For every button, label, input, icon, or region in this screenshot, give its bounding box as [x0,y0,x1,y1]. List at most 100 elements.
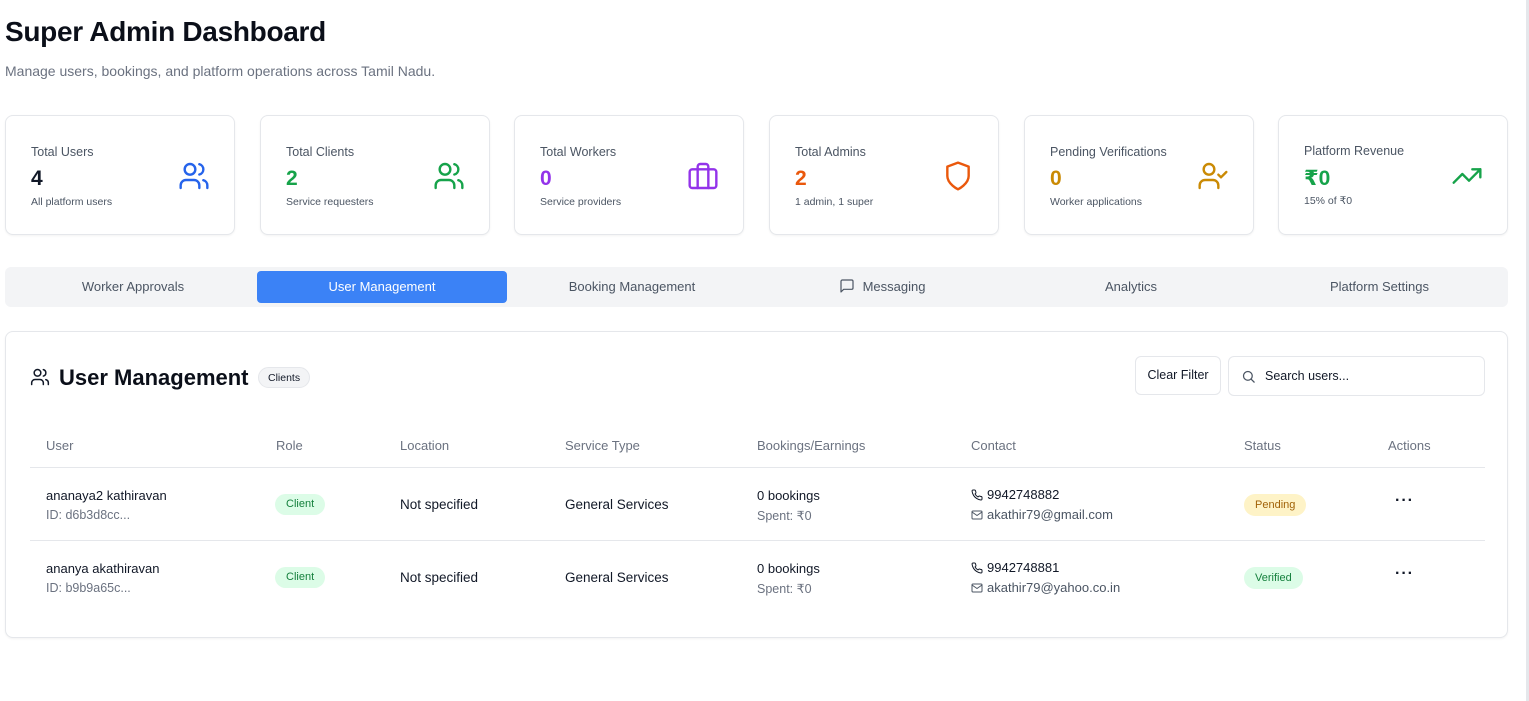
contact-cell: 9942748881 akathir79@yahoo.co.in [971,560,1120,595]
stat-sub: Service providers [540,196,622,208]
mail-icon [971,510,983,519]
tab-bar: Worker Approvals User Management Booking… [5,267,1508,307]
contact-cell: 9942748882 akathir79@gmail.com [971,487,1113,522]
clear-filter-button[interactable]: Clear Filter [1135,356,1221,395]
spent-amount: Spent: ₹0 [757,582,812,596]
phone-number: 9942748882 [987,487,1060,502]
role-badge: Client [275,567,326,588]
page-title: Super Admin Dashboard [5,16,326,47]
tab-messaging[interactable]: Messaging [757,271,1007,303]
user-cell: ananaya2 kathiravan ID: d6b3d8cc... [46,488,167,522]
search-box [1228,356,1485,396]
stat-value: 0 [540,167,552,190]
role-cell: Client [275,567,326,588]
users-icon [30,368,50,386]
status-cell: Pending [1244,494,1307,516]
bookings-cell: 0 bookings Spent: ₹0 [757,488,820,523]
stat-sub: 1 admin, 1 super [795,196,874,208]
user-id: ID: b9b9a65c... [46,581,131,595]
filter-badge: Clients [258,367,311,388]
tab-analytics[interactable]: Analytics [1007,271,1255,303]
status-cell: Verified [1244,567,1303,589]
stat-label: Total Clients [286,145,355,159]
divider [30,540,1485,541]
mail-icon [971,583,983,592]
page-subtitle: Manage users, bookings, and platform ope… [5,63,436,79]
phone-number: 9942748881 [987,560,1060,575]
stat-label: Total Users [31,145,94,159]
stat-label: Platform Revenue [1304,144,1405,158]
user-id: ID: d6b3d8cc... [46,508,131,522]
location-cell: Not specified [400,497,479,512]
tab-worker-approvals[interactable]: Worker Approvals [9,271,257,303]
stat-value: 2 [286,167,298,190]
status-badge: Pending [1244,494,1307,516]
stat-card-total-users: Total Users 4 All platform users [5,115,235,235]
search-icon [1242,370,1255,383]
tab-booking-management[interactable]: Booking Management [507,271,757,303]
stat-value: 0 [1050,167,1062,190]
row-actions-button[interactable]: ··· [1395,492,1414,510]
panel-title: User Management [59,365,249,390]
users-icon [178,160,210,192]
column-header-status: Status [1244,438,1281,453]
column-header-location: Location [400,438,450,453]
stat-sub: Service requesters [286,196,374,208]
user-name: ananya akathiravan [46,561,160,576]
stat-card-total-admins: Total Admins 2 1 admin, 1 super [769,115,999,235]
phone-icon [971,489,983,500]
message-square-icon [839,279,854,293]
user-cell: ananya akathiravan ID: b9b9a65c... [46,561,159,595]
role-cell: Client [275,494,326,515]
tab-platform-settings[interactable]: Platform Settings [1255,271,1504,303]
stat-label: Pending Verifications [1050,145,1167,159]
tab-user-management[interactable]: User Management [257,271,507,303]
stats-row: Total Users 4 All platform users Total C… [5,115,1508,235]
stat-value: 2 [795,167,807,190]
phone-icon [971,562,983,573]
stat-label: Total Workers [540,145,617,159]
column-header-actions: Actions [1388,438,1431,453]
stat-sub: Worker applications [1050,196,1143,208]
service-type-cell: General Services [565,570,669,585]
bookings-cell: 0 bookings Spent: ₹0 [757,561,820,596]
stat-label: Total Admins [795,145,866,159]
phone-line: 9942748881 [971,560,1120,575]
user-check-icon [1197,160,1229,192]
stat-value: ₹0 [1304,167,1331,190]
row-actions-button[interactable]: ··· [1395,565,1414,583]
role-badge: Client [275,494,326,515]
location-cell: Not specified [400,570,479,585]
email-address: akathir79@gmail.com [987,507,1113,522]
spent-amount: Spent: ₹0 [757,509,812,523]
email-line: akathir79@gmail.com [971,507,1113,522]
users-icon [433,160,465,192]
column-header-bookings: Bookings/Earnings [757,438,866,453]
divider [30,467,1485,468]
user-management-panel: User Management Clients Clear Filter Use… [5,331,1508,638]
briefcase-icon [687,160,719,192]
column-header-contact: Contact [971,438,1016,453]
shield-icon [942,160,974,192]
user-name: ananaya2 kathiravan [46,488,167,503]
stat-sub: 15% of ₹0 [1304,195,1353,207]
phone-line: 9942748882 [971,487,1113,502]
email-line: akathir79@yahoo.co.in [971,580,1120,595]
bookings-count: 0 bookings [757,561,820,576]
stat-card-total-clients: Total Clients 2 Service requesters [260,115,490,235]
stat-value: 4 [31,167,43,190]
stat-card-platform-revenue: Platform Revenue ₹0 15% of ₹0 [1278,115,1508,235]
column-header-user: User [46,438,74,453]
stat-card-pending-verifications: Pending Verifications 0 Worker applicati… [1024,115,1254,235]
email-address: akathir79@yahoo.co.in [987,580,1121,595]
column-header-role: Role [276,438,303,453]
trending-up-icon [1451,160,1483,192]
search-input[interactable] [1265,365,1475,387]
bookings-count: 0 bookings [757,488,820,503]
column-header-service-type: Service Type [565,438,640,453]
stat-sub: All platform users [31,196,113,208]
tab-label: Messaging [862,279,926,294]
service-type-cell: General Services [565,497,669,512]
stat-card-total-workers: Total Workers 0 Service providers [514,115,744,235]
status-badge: Verified [1244,567,1303,589]
